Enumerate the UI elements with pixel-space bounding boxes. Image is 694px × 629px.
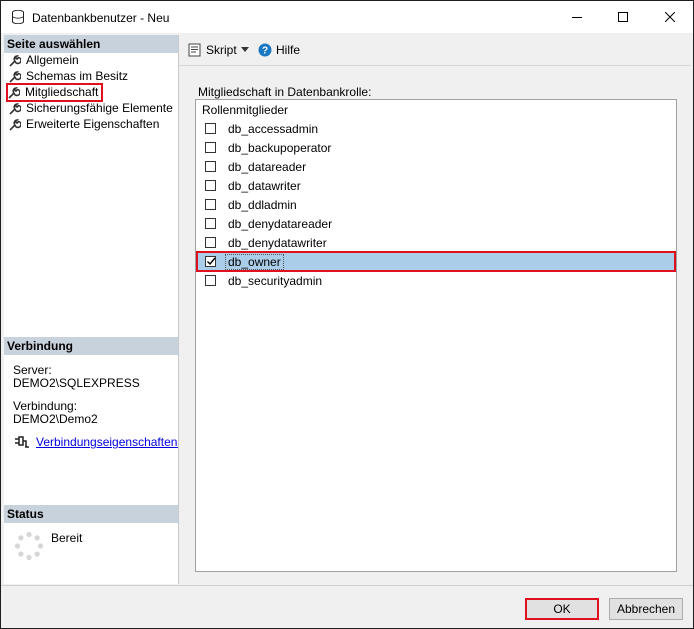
role-row-selected[interactable]: db_owner	[196, 251, 676, 272]
role-checkbox[interactable]	[205, 218, 216, 229]
minimize-icon	[572, 17, 582, 18]
progress-spinner-icon	[14, 531, 44, 561]
nav-item-label: Allgemein	[26, 53, 79, 67]
ok-button[interactable]: OK	[525, 598, 599, 620]
role-name: db_ddladmin	[228, 197, 297, 212]
maximize-icon	[618, 12, 628, 22]
nav-item-membership[interactable]: Mitgliedschaft	[5, 83, 104, 102]
nav-item-general[interactable]: Allgemein	[9, 53, 79, 68]
help-button[interactable]: ? Hilfe	[258, 43, 300, 57]
script-dropdown-button[interactable]	[241, 47, 249, 52]
role-name: db_backupoperator	[228, 140, 332, 155]
checkmark-icon	[207, 257, 216, 266]
chevron-down-icon	[241, 47, 249, 52]
connection-plug-icon	[15, 436, 29, 448]
role-name: db_securityadmin	[228, 273, 323, 288]
connection-value: DEMO2\Demo2	[13, 412, 98, 426]
wrench-icon	[9, 118, 21, 131]
role-checkbox[interactable]	[205, 199, 216, 210]
wrench-icon	[9, 70, 21, 83]
button-bar: OK Abbrechen	[1, 585, 693, 628]
status-value: Bereit	[51, 531, 83, 545]
role-members-list[interactable]: Rollenmitglieder db_accessadmin db_backu…	[195, 99, 677, 572]
minimize-button[interactable]	[554, 1, 600, 33]
role-row[interactable]: db_ddladmin	[197, 195, 675, 214]
cancel-button[interactable]: Abbrechen	[609, 598, 683, 620]
nav-item-label: Erweiterte Eigenschaften	[26, 117, 160, 131]
script-button[interactable]: Skript	[188, 43, 237, 57]
maximize-button[interactable]	[600, 1, 646, 33]
script-label: Skript	[206, 43, 237, 57]
status-header: Status	[4, 505, 178, 523]
dialog-window: Datenbankbenutzer - Neu Seite auswählen …	[0, 0, 694, 629]
role-name: db_denydatareader	[228, 216, 333, 231]
connection-header: Verbindung	[4, 337, 178, 355]
server-value: DEMO2\SQLEXPRESS	[13, 376, 140, 390]
view-connection-properties-link[interactable]: Verbindungseigenschaften anzeigen	[36, 435, 178, 449]
nav-item-securables[interactable]: Sicherungsfähige Elemente	[9, 101, 173, 116]
left-panel: Seite auswählen Allgemein Schemas im Bes…	[4, 35, 179, 584]
svg-text:?: ?	[262, 46, 268, 57]
nav-item-label: Schemas im Besitz	[26, 69, 129, 83]
role-checkbox[interactable]	[205, 180, 216, 191]
role-row[interactable]: db_datareader	[197, 157, 675, 176]
wrench-icon	[8, 86, 20, 99]
select-page-header: Seite auswählen	[4, 35, 178, 53]
role-checkbox[interactable]	[205, 142, 216, 153]
role-name: db_datawriter	[228, 178, 301, 193]
role-members-header: Rollenmitglieder	[202, 103, 289, 117]
help-icon: ?	[258, 43, 272, 57]
role-row[interactable]: db_backupoperator	[197, 138, 675, 157]
role-row[interactable]: db_datawriter	[197, 176, 675, 195]
role-name: db_accessadmin	[228, 121, 319, 136]
wrench-icon	[9, 54, 21, 67]
script-icon	[188, 43, 201, 57]
role-checkbox[interactable]	[205, 237, 216, 248]
help-label: Hilfe	[276, 43, 301, 57]
role-name: db_owner	[225, 253, 284, 270]
close-button[interactable]	[647, 1, 693, 33]
window-title: Datenbankbenutzer - Neu	[32, 11, 170, 25]
role-row[interactable]: db_securityadmin	[197, 271, 675, 290]
role-checkbox-checked[interactable]	[205, 256, 216, 267]
database-icon	[12, 10, 24, 24]
role-checkbox[interactable]	[205, 275, 216, 286]
role-name: db_datareader	[228, 159, 307, 174]
nav-item-label: Mitgliedschaft	[25, 85, 99, 99]
role-row[interactable]: db_denydatawriter	[197, 233, 675, 252]
close-icon	[665, 12, 675, 22]
nav-item-extended-properties[interactable]: Erweiterte Eigenschaften	[9, 117, 159, 132]
wrench-icon	[9, 102, 21, 115]
role-checkbox[interactable]	[205, 161, 216, 172]
role-checkbox[interactable]	[205, 123, 216, 134]
nav-item-owned-schemas[interactable]: Schemas im Besitz	[9, 69, 128, 84]
title-bar: Datenbankbenutzer - Neu	[1, 1, 693, 33]
nav-item-label: Sicherungsfähige Elemente	[26, 101, 173, 115]
membership-page: Mitgliedschaft in Datenbankrolle: Rollen…	[179, 66, 691, 585]
toolbar: Skript ? Hilfe	[179, 35, 691, 66]
role-membership-label: Mitgliedschaft in Datenbankrolle:	[198, 85, 372, 99]
role-name: db_denydatawriter	[228, 235, 327, 250]
role-row[interactable]: db_accessadmin	[197, 119, 675, 138]
role-row[interactable]: db_denydatareader	[197, 214, 675, 233]
